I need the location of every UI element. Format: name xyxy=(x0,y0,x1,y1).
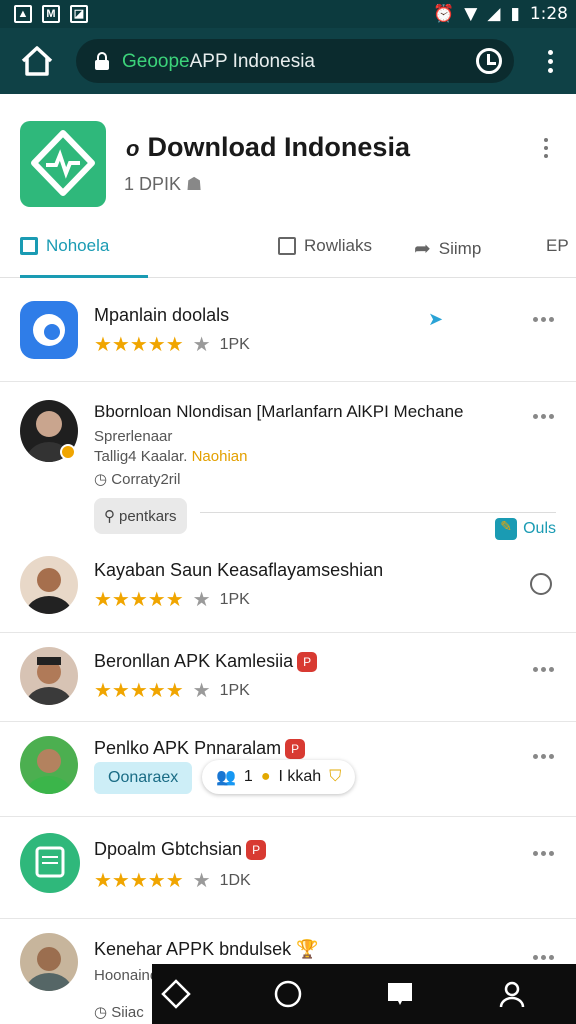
verified-badge xyxy=(60,444,76,460)
app-subtitle: 1 DPIK ☗ xyxy=(124,174,203,194)
signal-icon: ◢ xyxy=(487,4,501,24)
image-icon: ▲ xyxy=(14,5,32,23)
browser-toolbar: GeoopeAPP Indonesia xyxy=(0,28,576,94)
app-badge-icon: P xyxy=(246,840,267,861)
more-icon[interactable] xyxy=(533,317,554,322)
tab-bar: Nohoela Rowliaks ➦ Siimp EP xyxy=(0,226,576,278)
app-title: o Download Indonesia xyxy=(126,132,410,162)
avatar xyxy=(20,647,78,705)
list-item[interactable]: Mpanlain doolals ★★★★★ ★ 1PK ➤ xyxy=(0,279,576,382)
app-logo xyxy=(20,121,106,207)
tab-nohoela[interactable]: Nohoela xyxy=(20,236,109,256)
item-date: ◷ Siiac xyxy=(94,1004,144,1021)
more-icon[interactable] xyxy=(533,851,554,856)
rating: ★★★★★ ★ 1PK xyxy=(94,589,250,611)
avatar xyxy=(20,933,78,991)
alarm-icon: ⏰ xyxy=(433,4,455,24)
item-title: Bbornloan Nlondisan [Marlanfarn AlKPI Me… xyxy=(94,402,464,421)
app-icon xyxy=(20,301,78,359)
item-title: Kayaban Saun Keasaflayamseshian xyxy=(94,560,384,580)
edit-icon: ✎ xyxy=(495,518,518,540)
clock-icon: ◷ xyxy=(94,1004,108,1021)
bottom-nav-bar xyxy=(152,964,576,1024)
pin-icon: ➤ xyxy=(428,309,444,329)
android-icon: ☗ xyxy=(186,174,203,194)
item-subtitle: Sprerlenaar xyxy=(94,428,173,445)
status-bar: ▲ M ◪ ⏰ ▼ ◢ ▮ 1:28 xyxy=(0,0,576,28)
lock-icon xyxy=(95,52,109,70)
avatar xyxy=(20,736,78,794)
tag-icon: ⚲ xyxy=(104,508,115,525)
home-icon[interactable] xyxy=(18,42,56,80)
message-icon[interactable] xyxy=(384,978,416,1010)
app-icon xyxy=(20,833,80,893)
item-title: Dpoalm Gbtchsian P xyxy=(94,839,267,861)
battery-icon: ▮ xyxy=(510,4,520,24)
list-item[interactable]: Penlko APK Pnnaralam P Oonaraex 👥 1 ● I kka… xyxy=(0,722,576,817)
history-icon[interactable] xyxy=(476,48,502,74)
share-icon: ➦ xyxy=(414,238,431,260)
notification-icon: M xyxy=(42,5,60,23)
active-tab-indicator xyxy=(20,275,148,278)
item-meta: Tallig4 Kaalar. Naohian xyxy=(94,448,248,465)
app-menu-icon[interactable] xyxy=(544,138,550,162)
app-badge-icon: P xyxy=(297,652,318,673)
reaction-pill[interactable]: 👥 1 ● I kkah ⛉ xyxy=(202,760,356,794)
rating: ★★★★★ ★ 1PK xyxy=(94,680,250,702)
list-item[interactable]: Kayaban Saun Keasaflayamseshian ★★★★★ ★ 1P… xyxy=(0,540,576,633)
item-date: ◷ Corraty2ril xyxy=(94,471,181,488)
more-icon[interactable] xyxy=(533,667,554,672)
tab-siimp[interactable]: ➦ Siimp xyxy=(414,236,481,261)
back-icon[interactable] xyxy=(160,978,192,1010)
tab-ep[interactable]: EP xyxy=(546,236,569,256)
wifi-icon: ▼ xyxy=(464,4,478,24)
url-bar[interactable]: GeoopeAPP Indonesia xyxy=(76,39,514,83)
list-item[interactable]: Dpoalm Gbtchsian P ★★★★★ ★ 1DK xyxy=(0,817,576,919)
people-icon: 👥 xyxy=(216,769,236,786)
bag-icon xyxy=(278,237,296,255)
item-title: Mpanlain doolals xyxy=(94,305,230,325)
action-button[interactable]: ✎ Ouls xyxy=(495,518,556,540)
item-title: Kenehar APPK bndulsek 🏆 xyxy=(94,939,319,959)
list-item[interactable]: Beronllan APK Kamlesiia P ★★★★★ ★ 1PK xyxy=(0,633,576,722)
rating: ★★★★★ ★ 1DK xyxy=(94,870,251,892)
app-badge-icon: P xyxy=(285,739,306,760)
photo-icon: ◪ xyxy=(70,5,88,23)
list-item[interactable]: Bbornloan Nlondisan [Marlanfarn AlKPI Me… xyxy=(0,382,576,540)
coin-icon: ● xyxy=(260,768,271,785)
trophy-icon: 🏆 xyxy=(296,939,319,959)
book-icon xyxy=(20,237,38,255)
status-time: 1:28 xyxy=(529,4,568,24)
url-text: GeoopeAPP Indonesia xyxy=(122,51,315,72)
tab-rowliaks[interactable]: Rowliaks xyxy=(278,236,372,256)
avatar xyxy=(20,556,78,614)
clock-icon: ◷ xyxy=(94,471,108,488)
item-subtitle: Hoonaino xyxy=(94,967,159,984)
divider xyxy=(200,512,556,513)
radio-button[interactable] xyxy=(530,573,552,595)
item-title: Beronllan APK Kamlesiia P xyxy=(94,651,318,673)
shield-icon: ⛉ xyxy=(329,768,342,785)
more-icon[interactable] xyxy=(533,414,554,419)
rating: ★★★★★ ★ 1PK xyxy=(94,334,250,356)
home-circle-icon[interactable] xyxy=(272,978,304,1010)
more-icon[interactable] xyxy=(533,754,554,759)
browser-menu-icon[interactable] xyxy=(548,50,554,74)
more-icon[interactable] xyxy=(533,955,554,960)
item-title: Penlko APK Pnnaralam P xyxy=(94,738,306,760)
status-chip[interactable]: Oonaraex xyxy=(94,762,193,794)
tag-chip[interactable]: ⚲ pentkars xyxy=(94,498,187,534)
profile-icon[interactable] xyxy=(496,978,528,1010)
